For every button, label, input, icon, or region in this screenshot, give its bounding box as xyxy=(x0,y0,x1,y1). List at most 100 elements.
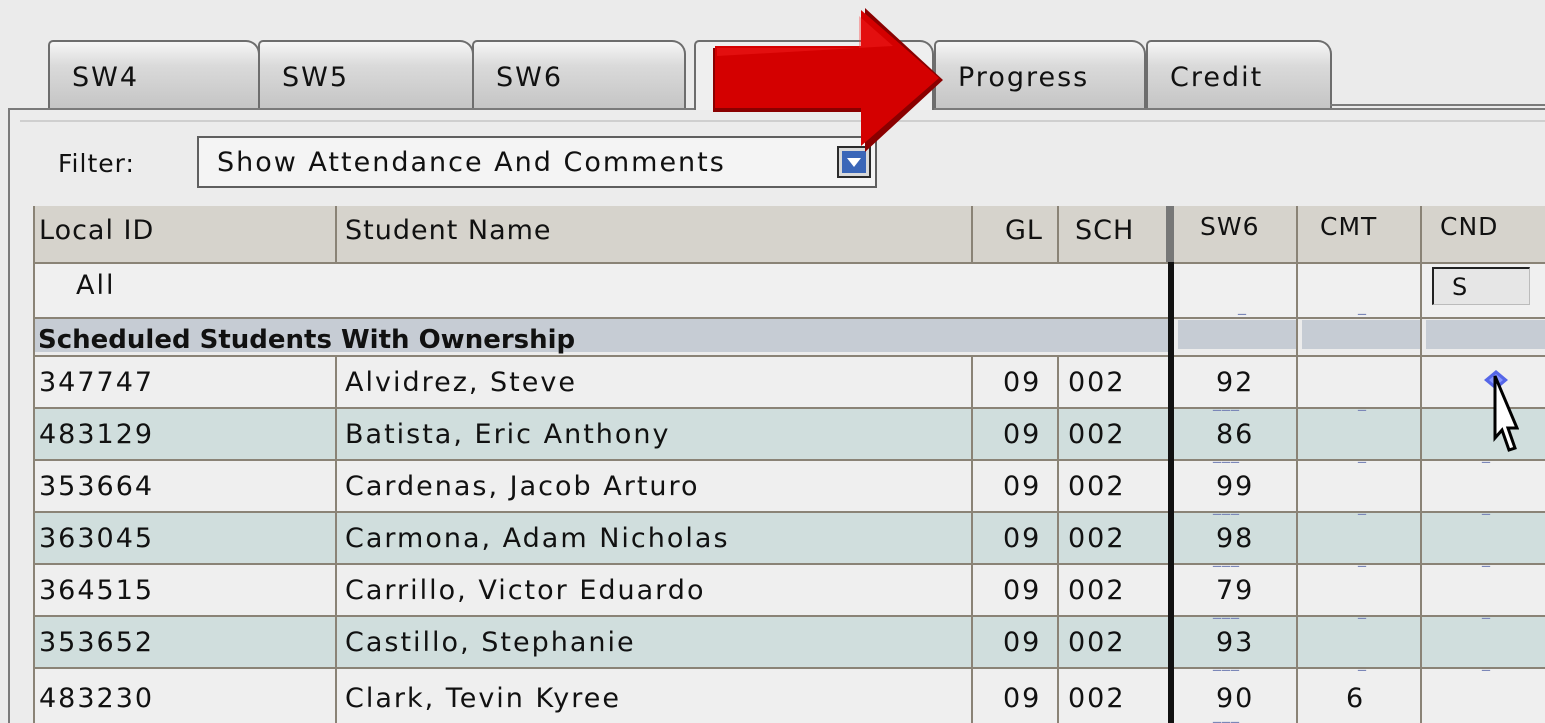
cell-local-id: 483129 xyxy=(39,419,155,450)
cell-gl: 09 xyxy=(1003,367,1042,398)
col-header-cnd[interactable]: CND xyxy=(1422,206,1545,262)
grid-line xyxy=(33,317,1545,319)
cell-sch: 002 xyxy=(1068,575,1126,606)
col-header-sw6[interactable]: SW6 xyxy=(1174,206,1296,262)
empty-cell-marker: ___ xyxy=(1213,704,1240,723)
table-row[interactable] xyxy=(35,617,1545,669)
cnd-all-value: S xyxy=(1452,273,1468,301)
cell-sch: 002 xyxy=(1068,523,1126,554)
empty-cell-marker: ___ xyxy=(1213,652,1240,671)
cell-gl: 09 xyxy=(1003,683,1042,714)
grid-line xyxy=(33,355,1545,357)
cell-local-id: 363045 xyxy=(39,523,155,554)
tab-credit-label: Credit xyxy=(1170,62,1264,93)
empty-cell-marker: ___ xyxy=(1213,548,1240,567)
grid-line xyxy=(33,511,1545,513)
col-header-cmt[interactable]: CMT xyxy=(1298,206,1420,262)
grid-line xyxy=(1296,206,1298,723)
empty-cell-marker: _ xyxy=(1358,600,1367,619)
empty-cell-marker: ___ xyxy=(1213,444,1240,463)
section-band-cmt xyxy=(1302,320,1420,349)
col-header-sch[interactable]: SCH xyxy=(1059,206,1166,262)
empty-cell-marker: _ xyxy=(1482,600,1491,619)
table-row[interactable] xyxy=(35,513,1545,565)
panel-border xyxy=(1330,104,1545,106)
empty-cell-marker: _ xyxy=(1358,652,1367,671)
filter-selected-value: Show Attendance And Comments xyxy=(217,147,726,178)
empty-cell-marker: _ xyxy=(1358,496,1367,515)
grid-line xyxy=(1057,206,1059,262)
empty-cell-marker: _ xyxy=(1238,296,1247,315)
cell-student-name[interactable]: Carrillo, Victor Eduardo xyxy=(345,575,705,606)
table-row[interactable] xyxy=(35,409,1545,461)
cell-student-name[interactable]: Castillo, Stephanie xyxy=(345,627,636,658)
red-arrow-icon xyxy=(713,8,943,152)
grid-line xyxy=(33,563,1545,565)
cell-local-id: 347747 xyxy=(39,367,155,398)
cell-student-name[interactable]: Cardenas, Jacob Arturo xyxy=(345,471,700,502)
filter-label: Filter: xyxy=(58,149,135,178)
cell-gl: 09 xyxy=(1003,575,1042,606)
grid-line xyxy=(33,262,1545,264)
col-header-cmt-label: CMT xyxy=(1320,212,1378,241)
tab-sw6-label: SW6 xyxy=(496,62,564,93)
col-header-student-name[interactable]: Student Name xyxy=(337,206,971,262)
empty-cell-marker: _ xyxy=(1482,652,1491,671)
cell-local-id: 353652 xyxy=(39,627,155,658)
cell-gl: 09 xyxy=(1003,523,1042,554)
col-header-sch-label: SCH xyxy=(1075,215,1135,246)
table-row[interactable] xyxy=(35,357,1545,409)
grid-line xyxy=(33,407,1545,409)
col-header-cnd-label: CND xyxy=(1440,212,1499,241)
tab-credit[interactable]: Credit xyxy=(1146,40,1332,110)
empty-cell-marker: _ xyxy=(1482,548,1491,567)
all-row xyxy=(35,262,1545,317)
empty-cell-marker: _ xyxy=(1358,392,1367,411)
frozen-column-splitter[interactable] xyxy=(1166,206,1174,262)
grid-line xyxy=(33,459,1545,461)
grid-line xyxy=(33,667,1545,669)
table-row[interactable] xyxy=(35,669,1545,723)
tab-sw4-label: SW4 xyxy=(72,62,140,93)
cell-local-id: 364515 xyxy=(39,575,155,606)
cell-sch: 002 xyxy=(1068,419,1126,450)
empty-cell-marker: ___ xyxy=(1213,392,1240,411)
col-header-local-id[interactable]: Local ID xyxy=(35,206,335,262)
empty-cell-marker: _ xyxy=(1482,496,1491,515)
grid-line xyxy=(335,206,337,262)
table-row[interactable] xyxy=(35,461,1545,513)
cell-gl: 09 xyxy=(1003,471,1042,502)
section-title: Scheduled Students With Ownership xyxy=(38,325,576,355)
cell-cmt[interactable]: 6 xyxy=(1346,683,1365,714)
empty-cell-marker: _ xyxy=(1358,548,1367,567)
grid-line xyxy=(33,206,35,723)
empty-cell-marker: _ xyxy=(1358,444,1367,463)
cell-student-name[interactable]: Clark, Tevin Kyree xyxy=(345,683,621,714)
cell-student-name[interactable]: Batista, Eric Anthony xyxy=(345,419,671,450)
empty-cell-marker: _ xyxy=(1358,296,1367,315)
frozen-column-divider xyxy=(1168,262,1174,723)
tab-sw5[interactable]: SW5 xyxy=(258,40,474,110)
col-header-local-id-label: Local ID xyxy=(39,215,155,246)
grid-line xyxy=(971,206,973,262)
empty-cell-marker: ___ xyxy=(1213,600,1240,619)
col-header-gl[interactable]: GL xyxy=(973,206,1057,262)
tab-sw6[interactable]: SW6 xyxy=(472,40,686,110)
cell-local-id: 353664 xyxy=(39,471,155,502)
cell-sch: 002 xyxy=(1068,367,1126,398)
cell-gl: 09 xyxy=(1003,419,1042,450)
all-row-label: All xyxy=(76,270,116,301)
cell-gl: 09 xyxy=(1003,627,1042,658)
cnd-all-input[interactable]: S xyxy=(1432,267,1530,305)
tab-progress[interactable]: Progress xyxy=(934,40,1146,110)
grid-line xyxy=(33,615,1545,617)
tab-sw4[interactable]: SW4 xyxy=(48,40,260,110)
col-header-sw6-label: SW6 xyxy=(1200,212,1260,241)
section-band-cnd xyxy=(1426,320,1545,349)
cell-student-name[interactable]: Carmona, Adam Nicholas xyxy=(345,523,730,554)
section-band-sw6 xyxy=(1178,320,1296,349)
tab-sw5-label: SW5 xyxy=(282,62,350,93)
cell-student-name[interactable]: Alvidrez, Steve xyxy=(345,367,577,398)
tab-progress-label: Progress xyxy=(958,62,1090,93)
table-row[interactable] xyxy=(35,565,1545,617)
